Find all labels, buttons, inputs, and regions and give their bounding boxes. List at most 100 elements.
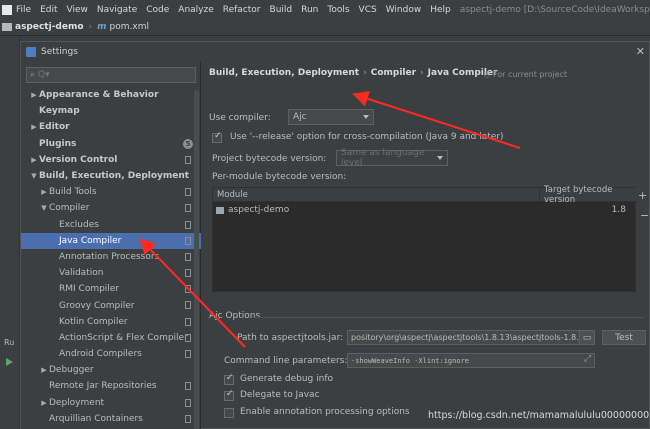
menu-bar: File Edit View Navigate Code Analyze Ref… <box>0 0 650 19</box>
table-cell-module: aspectj-demo <box>228 205 290 215</box>
column-header-module[interactable]: Module <box>213 188 539 202</box>
menu-code[interactable]: Code <box>146 5 169 15</box>
sidebar-item-android-compilers[interactable]: Android Compilers <box>21 346 201 362</box>
sidebar-item-label: Deployment <box>49 397 105 408</box>
sidebar-item-label: Appearance & Behavior <box>39 90 159 101</box>
sidebar-item-debugger[interactable]: ▶ Debugger <box>21 362 201 378</box>
sidebar-item-validation[interactable]: Validation <box>21 265 201 281</box>
add-icon[interactable]: + <box>638 189 647 202</box>
sidebar-item-groovy-compiler[interactable]: Groovy Compiler <box>21 297 201 313</box>
search-input[interactable] <box>38 70 179 80</box>
project-scope-icon <box>185 398 191 407</box>
sidebar-item-rmi-compiler[interactable]: RMI Compiler <box>21 281 201 297</box>
sidebar-item-kotlin-compiler[interactable]: Kotlin Compiler <box>21 314 201 330</box>
project-scope-icon <box>185 220 191 229</box>
menu-file[interactable]: File <box>16 5 31 15</box>
use-compiler-value: Ajc <box>293 112 307 122</box>
use-compiler-select[interactable]: Ajc <box>288 109 374 125</box>
chevron-down-icon <box>437 156 443 160</box>
test-button[interactable]: Test <box>602 330 646 345</box>
nav-file[interactable]: pom.xml <box>110 22 149 32</box>
enable-annotation-label: Enable annotation processing options <box>240 407 410 417</box>
sidebar-item-java-compiler[interactable]: Java Compiler <box>21 232 201 249</box>
menu-build[interactable]: Build <box>270 5 293 15</box>
sidebar-item-plugins[interactable]: Plugins 5 <box>21 136 201 152</box>
module-folder-icon <box>216 206 224 214</box>
sidebar-item-keymap[interactable]: Keymap <box>21 103 201 119</box>
nav-project[interactable]: aspectj-demo <box>15 22 84 32</box>
settings-sidebar: ⌕ ▶Appearance & BehaviorKeymap▶EditorPlu… <box>21 62 201 429</box>
chevron-down-icon <box>363 115 369 119</box>
run-icon[interactable] <box>6 358 13 366</box>
ajc-options-title: Ajc Options <box>209 311 261 321</box>
menu-refactor[interactable]: Refactor <box>223 5 261 15</box>
sidebar-item-label: Android Compilers <box>59 349 142 360</box>
remove-icon[interactable]: − <box>640 209 649 222</box>
project-scope-icon <box>185 269 191 278</box>
generate-debug-checkbox[interactable] <box>224 373 234 385</box>
sidebar-item-arquillian-containers[interactable]: Arquillian Containers <box>21 411 201 427</box>
menu-run[interactable]: Run <box>301 5 318 15</box>
chevron-right-icon[interactable]: ▶ <box>29 91 39 99</box>
menu-edit[interactable]: Edit <box>40 5 57 15</box>
project-scope-icon <box>185 204 191 213</box>
sidebar-item-actionscript-flex-compiler[interactable]: ActionScript & Flex Compiler <box>21 330 201 346</box>
expand-icon[interactable]: ⤢ <box>584 354 591 364</box>
chevron-right-icon[interactable]: ▶ <box>39 366 49 374</box>
close-icon[interactable]: ✕ <box>636 45 645 58</box>
settings-content: Build, Execution, Deployment › Compiler › Ja… <box>202 62 650 429</box>
chevron-right-icon[interactable]: ▶ <box>29 123 39 131</box>
sidebar-item-build-execution-deployment[interactable]: ▼ Build, Execution, Deployment <box>21 168 201 184</box>
use-compiler-label: Use compiler: <box>209 113 271 123</box>
cmd-params-label: Command line parameters: <box>224 356 348 366</box>
aspectjtools-path-field[interactable]: pository\org\aspectj\aspectjtools\1.8.13… <box>347 330 595 345</box>
menu-window[interactable]: Window <box>386 5 422 15</box>
sidebar-item-label: Arquillian Containers <box>49 413 143 424</box>
project-scope-icon <box>185 285 191 294</box>
menu-tools[interactable]: Tools <box>327 5 349 15</box>
sidebar-item-excludes[interactable]: Excludes <box>21 217 201 233</box>
sidebar-scrollbar[interactable] <box>194 90 199 429</box>
browse-folder-icon[interactable]: ▭ <box>579 330 595 345</box>
menu-view[interactable]: View <box>67 5 88 15</box>
table-row[interactable]: aspectj-demo 1.8 <box>213 203 637 217</box>
breadcrumb-separator: › <box>363 68 367 78</box>
sidebar-item-version-control[interactable]: ▶ Version Control <box>21 152 201 168</box>
project-scope-icon <box>185 301 191 310</box>
column-header-target[interactable]: Target bytecode version <box>539 185 637 205</box>
sidebar-item-label: RMI Compiler <box>59 284 120 295</box>
breadcrumb-separator: › <box>420 68 424 78</box>
sidebar-item-build-tools[interactable]: ▶ Build Tools <box>21 184 201 200</box>
project-scope-icon <box>185 350 191 358</box>
search-box[interactable]: ⌕ <box>26 67 196 83</box>
breadcrumb: Build, Execution, Deployment › Compiler › Ja… <box>209 68 497 78</box>
menu-vcs[interactable]: VCS <box>359 5 377 15</box>
sidebar-item-annotation-processors[interactable]: Annotation Processors <box>21 249 201 265</box>
sidebar-item-label: Kotlin Compiler <box>59 316 128 327</box>
chevron-right-icon[interactable]: ▶ <box>39 399 49 407</box>
sidebar-item-editor[interactable]: ▶ Editor <box>21 119 201 135</box>
menu-navigate[interactable]: Navigate <box>97 5 137 15</box>
delegate-javac-checkbox[interactable] <box>224 389 234 401</box>
bytecode-version-select[interactable]: Same as language level <box>336 148 448 168</box>
chevron-right-icon[interactable]: ▶ <box>39 188 49 196</box>
sidebar-item-deployment[interactable]: ▶ Deployment <box>21 395 201 411</box>
delegate-javac-label: Delegate to Javac <box>240 390 320 400</box>
release-option-checkbox[interactable] <box>212 131 222 143</box>
settings-logo-icon <box>26 47 36 57</box>
chevron-down-icon[interactable]: ▼ <box>39 204 49 212</box>
enable-annotation-checkbox[interactable] <box>224 408 234 418</box>
run-stripe-label[interactable]: Ru <box>4 338 14 347</box>
chevron-right-icon[interactable]: ▶ <box>29 156 39 164</box>
sidebar-item-appearance-behavior[interactable]: ▶ Appearance & Behavior <box>21 87 201 103</box>
dialog-title-bar: Settings ✕ <box>21 42 650 62</box>
sidebar-item-remote-jar-repositories[interactable]: Remote Jar Repositories <box>21 378 201 394</box>
project-scope-icon <box>185 155 191 164</box>
cmd-params-field[interactable]: -showWeaveInfo -Xlint:ignore <box>347 353 595 368</box>
menu-help[interactable]: Help <box>430 5 451 15</box>
module-bytecode-table: Module Target bytecode version aspectj-d… <box>212 185 637 292</box>
chevron-down-icon[interactable]: ▼ <box>29 172 39 180</box>
menu-analyze[interactable]: Analyze <box>178 5 213 15</box>
sidebar-item-label: Groovy Compiler <box>59 300 135 311</box>
sidebar-item-compiler[interactable]: ▼ Compiler <box>21 200 201 216</box>
